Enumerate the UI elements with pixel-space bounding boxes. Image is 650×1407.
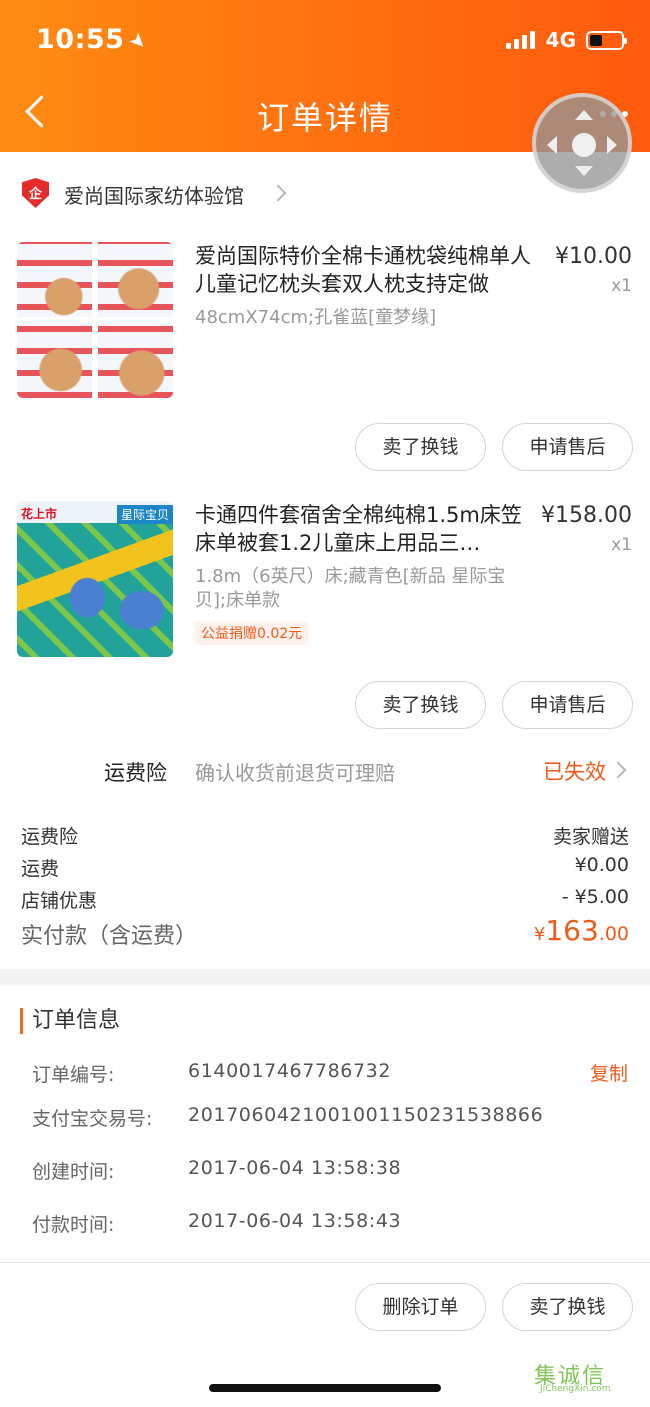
battery-icon bbox=[586, 30, 627, 50]
shop-row[interactable]: 企 爱尚国际家纺体验馆 bbox=[0, 165, 650, 221]
order-info-title: 订单信息 bbox=[20, 1008, 120, 1034]
sell-for-cash-button[interactable]: 卖了换钱 bbox=[355, 423, 486, 471]
summary-label: 运费险 bbox=[21, 826, 79, 848]
section-divider bbox=[0, 969, 650, 985]
arrow-right-icon bbox=[607, 136, 626, 154]
info-label: 创建时间: bbox=[32, 1161, 115, 1183]
product-title: 卡通四件套宿舍全棉纯棉1.5m床笠床单被套1.2儿童床上用品三… bbox=[195, 503, 522, 555]
delete-order-button[interactable]: 删除订单 bbox=[355, 1283, 486, 1331]
product-image[interactable] bbox=[17, 242, 173, 398]
info-label: 支付宝交易号: bbox=[32, 1108, 153, 1130]
info-label: 付款时间: bbox=[32, 1214, 115, 1236]
paid-time-row: 付款时间: 2017-06-04 13:58:43 bbox=[32, 1210, 630, 1237]
shop-badge-icon: 企 bbox=[22, 178, 49, 208]
product-price: ¥158.00 bbox=[541, 503, 632, 528]
sell-for-cash-button[interactable]: 卖了换钱 bbox=[355, 681, 486, 729]
footer-divider bbox=[0, 1262, 650, 1263]
assistive-dot-icon bbox=[572, 133, 596, 157]
product-price: ¥10.00 bbox=[555, 244, 632, 269]
summary-label: 运费 bbox=[21, 858, 60, 880]
product-quantity: x1 bbox=[611, 535, 632, 555]
image-tag: 星际宝贝 bbox=[116, 505, 173, 524]
product-sku: 48cmX74cm;孔雀蓝[童梦缘] bbox=[195, 307, 437, 328]
created-time-row: 创建时间: 2017-06-04 13:58:38 bbox=[32, 1157, 630, 1184]
arrow-up-icon bbox=[575, 101, 593, 120]
status-time: 10:55➤ bbox=[36, 24, 154, 56]
watermark-logo: 集诚信 JiChengXin.com bbox=[534, 1364, 611, 1394]
location-arrow-icon: ➤ bbox=[124, 26, 154, 56]
network-label: 4G bbox=[545, 28, 576, 52]
total-paid-label: 实付款（含运费） bbox=[21, 924, 198, 949]
signal-icon bbox=[505, 31, 538, 49]
home-indicator[interactable] bbox=[209, 1384, 441, 1392]
summary-value: 卖家赠送 bbox=[552, 826, 629, 848]
summary-label: 店铺优惠 bbox=[21, 890, 98, 912]
info-label: 订单编号: bbox=[32, 1064, 115, 1086]
created-time: 2017-06-04 13:58:38 bbox=[188, 1157, 402, 1179]
order-number: 6140017467786732 bbox=[188, 1060, 392, 1082]
summary-value: ¥0.00 bbox=[574, 854, 629, 876]
product-title: 爱尚国际特价全棉卡通枕袋纯棉单人儿童记忆枕头套双人枕支持定做 bbox=[195, 244, 531, 296]
alipay-trade-row: 支付宝交易号: 2017060421001001150231538866 bbox=[32, 1104, 630, 1131]
freight-insurance-desc: 确认收货前退货可理赔 bbox=[195, 761, 395, 785]
total-paid-value: ¥163.00 bbox=[533, 914, 629, 947]
summary-value: - ¥5.00 bbox=[561, 886, 629, 908]
paid-time: 2017-06-04 13:58:43 bbox=[188, 1210, 402, 1232]
chevron-right-icon bbox=[609, 761, 627, 779]
shop-name: 爱尚国际家纺体验馆 bbox=[64, 184, 244, 208]
status-indicators: 4G bbox=[505, 28, 627, 52]
summary-row: 运费 ¥0.00 bbox=[21, 854, 629, 881]
alipay-trade-number: 2017060421001001150231538866 bbox=[188, 1104, 544, 1126]
product-image[interactable]: 花上市 星际宝贝 bbox=[17, 501, 173, 657]
after-sales-button[interactable]: 申请售后 bbox=[502, 423, 633, 471]
arrow-left-icon bbox=[538, 136, 557, 154]
product-quantity: x1 bbox=[611, 276, 632, 296]
after-sales-button[interactable]: 申请售后 bbox=[502, 681, 633, 729]
order-number-row: 订单编号: 6140017467786732 bbox=[32, 1060, 630, 1087]
sell-for-cash-button[interactable]: 卖了换钱 bbox=[502, 1283, 633, 1331]
summary-row: 运费险 卖家赠送 bbox=[21, 822, 629, 849]
product-sku: 1.8m（6英尺）床;藏青色[新品 星际宝贝];床单款 bbox=[195, 566, 506, 611]
freight-insurance-status: 已失效 bbox=[543, 760, 606, 784]
image-tag: 花上市 bbox=[21, 507, 58, 521]
chevron-right-icon bbox=[269, 184, 287, 202]
copy-button[interactable]: 复制 bbox=[590, 1059, 628, 1086]
charity-badge: 公益捐赠0.02元 bbox=[195, 621, 309, 645]
summary-row: 店铺优惠 - ¥5.00 bbox=[21, 886, 629, 913]
freight-insurance-label: 运费险 bbox=[104, 761, 167, 785]
